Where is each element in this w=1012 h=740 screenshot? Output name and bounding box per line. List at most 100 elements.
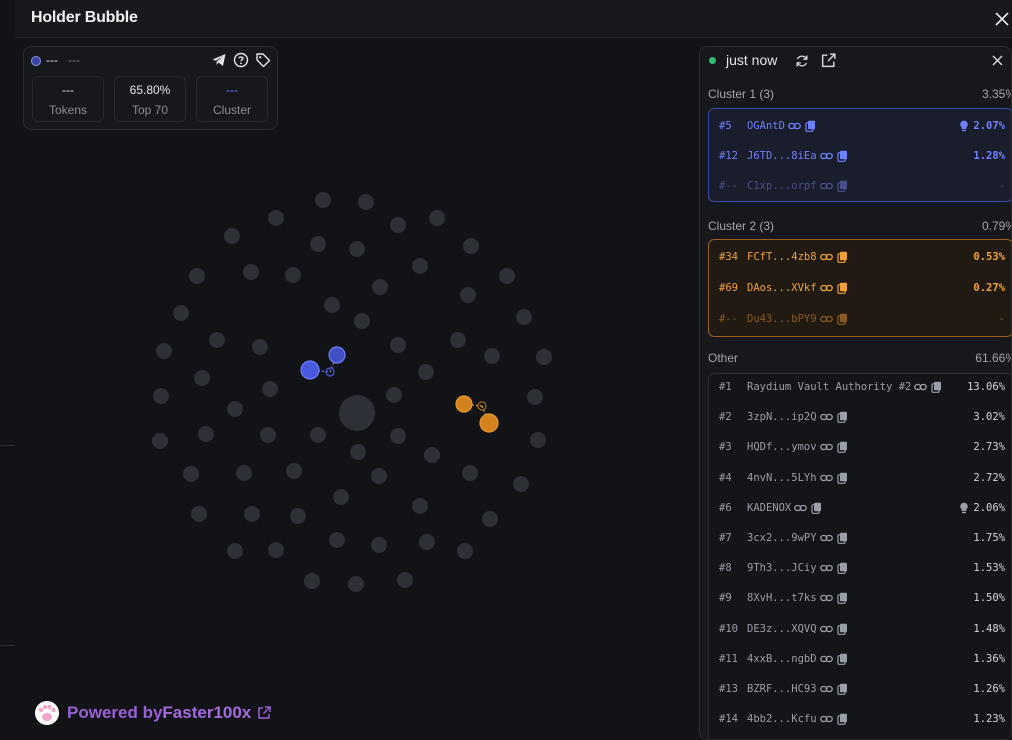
holder-address[interactable]: 4bb2...Kcfu xyxy=(747,713,849,725)
holder-row[interactable]: #12 J6TD...8iEa 1.28% xyxy=(709,148,1009,166)
holder-row[interactable]: #5 OGAntD 2.07% xyxy=(709,118,1009,136)
copy-icon[interactable] xyxy=(836,562,849,575)
help-icon[interactable] xyxy=(233,52,249,68)
holder-bubble[interactable] xyxy=(183,466,199,482)
holder-address[interactable]: J6TD...8iEa xyxy=(747,150,849,162)
holder-bubble[interactable] xyxy=(527,389,543,405)
link-icon[interactable] xyxy=(819,472,833,484)
link-icon[interactable] xyxy=(819,313,833,325)
holder-row[interactable]: #7 3cx2...9wPY 1.75% xyxy=(709,530,1009,548)
holder-row[interactable]: #6 KADENOX 2.06% xyxy=(709,500,1009,518)
holder-bubble[interactable] xyxy=(310,236,326,252)
holder-row[interactable]: #13 BZRF...HC93 1.26% xyxy=(709,681,1009,699)
close-icon[interactable] xyxy=(992,9,1012,29)
copy-icon[interactable] xyxy=(836,713,849,726)
holder-address[interactable]: KADENOX xyxy=(747,502,823,514)
link-icon[interactable] xyxy=(819,532,833,544)
holder-address[interactable]: C1xp...orpf xyxy=(747,180,849,192)
link-icon[interactable] xyxy=(819,592,833,604)
holder-bubble[interactable] xyxy=(191,506,207,522)
holder-bubble[interactable] xyxy=(349,241,365,257)
holder-row[interactable]: #-- Du43...bPY9 - xyxy=(709,311,1009,329)
cluster2-bubble[interactable] xyxy=(479,413,499,433)
holder-row[interactable]: #-- C1xp...orpf - xyxy=(709,178,1009,196)
link-icon[interactable] xyxy=(819,562,833,574)
holder-bubble[interactable] xyxy=(390,428,406,444)
copy-icon[interactable] xyxy=(836,251,849,263)
tag-icon[interactable] xyxy=(255,52,271,68)
holder-bubble[interactable] xyxy=(371,468,387,484)
holder-bubble[interactable] xyxy=(189,268,205,284)
holder-bubble[interactable] xyxy=(244,506,260,522)
bubble-map[interactable] xyxy=(15,38,695,740)
cluster1-bubble[interactable] xyxy=(300,360,320,380)
copy-icon[interactable] xyxy=(836,592,849,605)
copy-icon[interactable] xyxy=(836,313,849,325)
holder-address[interactable]: OGAntD xyxy=(747,120,817,132)
holder-bubble[interactable] xyxy=(310,427,326,443)
holder-bubble[interactable] xyxy=(173,305,189,321)
holder-address[interactable]: 9Th3...JCiy xyxy=(747,562,849,574)
holder-address[interactable]: BZRF...HC93 xyxy=(747,683,849,695)
holder-bubble[interactable] xyxy=(156,343,172,359)
link-icon[interactable] xyxy=(819,683,833,695)
holder-row[interactable]: #4 4nvN...5LYh 2.72% xyxy=(709,470,1009,488)
cluster1-bubble[interactable] xyxy=(328,346,346,364)
holder-bubble[interactable] xyxy=(354,313,370,329)
copy-icon[interactable] xyxy=(836,180,849,192)
holder-row[interactable]: #8 9Th3...JCiy 1.53% xyxy=(709,560,1009,578)
holder-bubble[interactable] xyxy=(268,210,284,226)
holder-address[interactable]: 3cx2...9wPY xyxy=(747,532,849,544)
copy-icon[interactable] xyxy=(810,502,823,514)
holder-bubble[interactable] xyxy=(499,268,515,284)
holder-bubble[interactable] xyxy=(358,194,374,210)
telegram-icon[interactable] xyxy=(211,52,227,68)
holder-address[interactable]: 8XvH...t7ks xyxy=(747,592,849,604)
link-icon[interactable] xyxy=(914,381,928,393)
holder-bubble[interactable] xyxy=(390,337,406,353)
holder-bubble[interactable] xyxy=(460,287,476,303)
holder-bubble[interactable] xyxy=(348,576,364,592)
holder-bubble[interactable] xyxy=(286,463,302,479)
refresh-icon[interactable] xyxy=(794,53,810,69)
link-icon[interactable] xyxy=(819,623,833,635)
holder-row[interactable]: #9 8XvH...t7ks 1.50% xyxy=(709,590,1009,608)
holder-bubble[interactable] xyxy=(463,238,479,254)
holder-bubble[interactable] xyxy=(290,508,306,524)
open-external-icon[interactable] xyxy=(820,52,837,69)
holder-row[interactable]: #2 3zpN...ip2Q 3.02% xyxy=(709,409,1009,427)
holder-bubble[interactable] xyxy=(513,476,529,492)
copy-icon[interactable] xyxy=(836,653,849,665)
holder-bubble[interactable] xyxy=(390,217,406,233)
holder-bubble[interactable] xyxy=(153,388,169,404)
link-icon[interactable] xyxy=(819,282,833,294)
holder-bubble[interactable] xyxy=(152,433,168,449)
holder-bubble[interactable] xyxy=(268,542,284,558)
holder-bubble[interactable] xyxy=(227,401,243,417)
link-icon[interactable] xyxy=(819,180,833,192)
holder-address[interactable]: 4xxB...ngbD xyxy=(747,653,849,665)
holder-bubble[interactable] xyxy=(260,427,276,443)
holder-row[interactable]: #11 4xxB...ngbD 1.36% xyxy=(709,651,1009,669)
link-icon[interactable] xyxy=(819,411,833,423)
holder-address[interactable]: 3zpN...ip2Q xyxy=(747,411,849,423)
link-icon[interactable] xyxy=(819,653,833,665)
holder-bubble[interactable] xyxy=(419,534,435,550)
copy-icon[interactable] xyxy=(930,381,943,393)
holder-bubble[interactable] xyxy=(429,210,445,226)
holder-bubble[interactable] xyxy=(243,264,259,280)
holder-address[interactable]: DE3z...XQVQ xyxy=(747,623,849,635)
link-icon[interactable] xyxy=(819,150,833,162)
holder-bubble[interactable] xyxy=(194,370,210,386)
link-icon[interactable] xyxy=(819,713,833,725)
link-icon[interactable] xyxy=(819,441,833,453)
holder-bubble[interactable] xyxy=(209,332,225,348)
copy-icon[interactable] xyxy=(836,683,849,695)
holder-bubble[interactable] xyxy=(386,387,402,403)
powered-by-link[interactable]: Powered by Faster100x xyxy=(33,700,272,726)
cluster2-bubble[interactable] xyxy=(455,395,473,413)
holder-address[interactable]: Raydium Vault Authority #2 xyxy=(747,381,943,393)
holder-bubble[interactable] xyxy=(372,279,388,295)
holder-bubble[interactable] xyxy=(304,573,320,589)
holder-bubble[interactable] xyxy=(418,364,434,380)
